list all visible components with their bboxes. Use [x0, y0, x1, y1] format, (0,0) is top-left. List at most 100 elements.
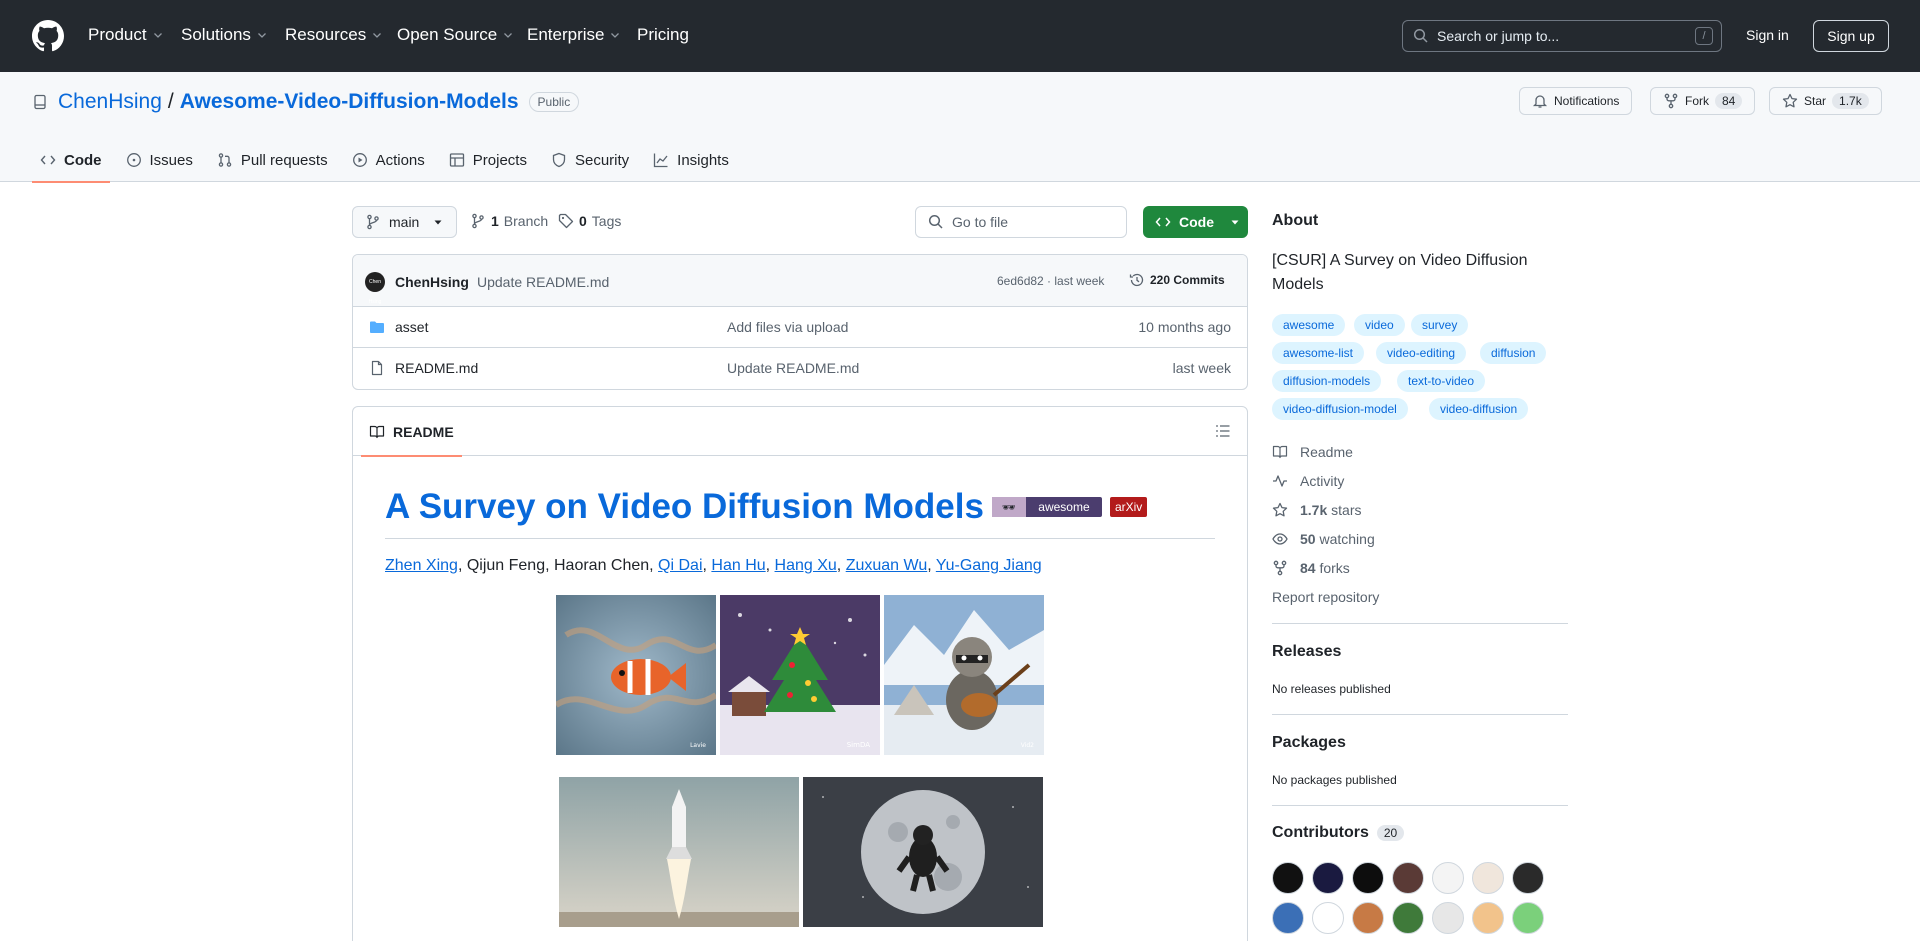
go-to-file-input[interactable]: Go to file	[915, 206, 1127, 238]
avatar[interactable]	[1312, 862, 1344, 894]
sign-in-link[interactable]: Sign in	[1746, 27, 1789, 43]
tab-issues-label: Issues	[149, 151, 193, 169]
avatar[interactable]	[1432, 862, 1464, 894]
star-button[interactable]: Star 1.7k	[1769, 87, 1882, 115]
tab-security[interactable]: Security	[543, 138, 637, 182]
topic-tag[interactable]: survey	[1411, 314, 1469, 336]
readme-panel: README A Survey on Video Diffusion Model…	[352, 406, 1248, 941]
avatar[interactable]	[1272, 862, 1304, 894]
topic-tag[interactable]: awesome-list	[1272, 342, 1365, 364]
commit-author-link[interactable]: ChenHsing	[395, 274, 469, 290]
forks-link[interactable]: 84 forks	[1272, 560, 1350, 576]
author-link[interactable]: Qi Dai	[658, 557, 702, 574]
topic-tag[interactable]: video	[1354, 314, 1405, 336]
stars-link[interactable]: 1.7k stars	[1272, 502, 1361, 518]
topic-tag[interactable]: diffusion-models	[1272, 370, 1382, 392]
fork-button[interactable]: Fork 84	[1650, 87, 1756, 115]
awesome-badge[interactable]: 🕶 awesome	[991, 497, 1102, 517]
tab-code[interactable]: Code	[32, 138, 110, 183]
topic-tag[interactable]: video-diffusion-model	[1272, 398, 1408, 420]
avatar[interactable]	[1392, 862, 1424, 894]
commit-message-link[interactable]: Update README.md	[477, 274, 609, 290]
avatar[interactable]	[1472, 862, 1504, 894]
avatar[interactable]	[1512, 902, 1544, 934]
watchers-link[interactable]: 50 watching	[1272, 531, 1375, 547]
tags-link[interactable]: 0 Tags	[558, 213, 621, 229]
avatar[interactable]	[1472, 902, 1504, 934]
topic-tag[interactable]: diffusion	[1480, 342, 1547, 364]
sign-up-button[interactable]: Sign up	[1813, 20, 1889, 52]
tab-projects[interactable]: Projects	[441, 138, 535, 182]
readme-tab-label: README	[393, 423, 454, 440]
author-link[interactable]: Hang Xu	[775, 557, 837, 574]
nav-product-label: Product	[88, 25, 147, 44]
avatar[interactable]	[1312, 902, 1344, 934]
file-commit-message[interactable]: Update README.md	[727, 360, 859, 376]
avatar[interactable]	[1352, 902, 1384, 934]
topic-tag[interactable]: awesome	[1272, 314, 1346, 336]
divider	[1272, 714, 1568, 715]
nav-product[interactable]: Product	[88, 25, 164, 45]
link-label: forks	[1319, 560, 1350, 576]
chevron-down-icon	[611, 33, 620, 38]
avatar[interactable]	[1512, 862, 1544, 894]
readme-tab[interactable]: README	[361, 407, 462, 457]
nav-resources[interactable]: Resources	[285, 25, 383, 45]
packages-heading[interactable]: Packages	[1272, 734, 1346, 752]
commits-history-link[interactable]: 220 Commits	[1129, 272, 1225, 288]
global-search-input[interactable]: Search or jump to... /	[1402, 20, 1722, 52]
github-logo-icon[interactable]	[32, 20, 64, 52]
contributors-heading[interactable]: Contributors 20	[1272, 824, 1405, 842]
branch-select-button[interactable]: main	[352, 206, 457, 238]
nav-enterprise[interactable]: Enterprise	[527, 25, 621, 45]
author-link[interactable]: Zuxuan Wu	[846, 557, 928, 574]
file-row[interactable]: asset Add files via upload 10 months ago	[353, 307, 1247, 348]
tab-actions[interactable]: Actions	[344, 138, 433, 182]
demo-astronaut-moon-image	[803, 777, 1043, 927]
code-dropdown-button[interactable]: Code	[1143, 206, 1248, 238]
notifications-button[interactable]: Notifications	[1519, 87, 1633, 115]
activity-link[interactable]: Activity	[1272, 473, 1344, 489]
file-commit-message[interactable]: Add files via upload	[727, 319, 848, 335]
avatar[interactable]: Chen Hsing	[365, 272, 385, 305]
search-shortcut-key: /	[1695, 27, 1713, 45]
branches-link[interactable]: 1 Branch	[470, 213, 548, 229]
author-link[interactable]: Zhen Xing	[385, 557, 458, 574]
avatar[interactable]	[1352, 862, 1384, 894]
report-repository-link[interactable]: Report repository	[1272, 589, 1379, 605]
topic-tag[interactable]: video-editing	[1376, 342, 1467, 364]
readme-link[interactable]: Readme	[1272, 444, 1353, 460]
tab-issues[interactable]: Issues	[118, 138, 201, 182]
nav-open-source[interactable]: Open Source	[397, 25, 514, 45]
topic-tag[interactable]: video-diffusion	[1429, 398, 1529, 420]
contributors-heading-label: Contributors	[1272, 824, 1369, 841]
awesome-badge-label: awesome	[1038, 500, 1090, 514]
tab-security-label: Security	[574, 151, 630, 169]
file-name-link[interactable]: README.md	[395, 360, 478, 376]
play-icon	[352, 153, 367, 167]
avatar[interactable]	[1272, 902, 1304, 934]
nav-solutions[interactable]: Solutions	[181, 25, 268, 45]
topic-tag[interactable]: text-to-video	[1397, 370, 1486, 392]
commit-sha-link[interactable]: 6ed6d82 · last week	[997, 274, 1104, 288]
repo-description: [CSUR] A Survey on Video Diffusion Model…	[1272, 252, 1528, 293]
tab-insights[interactable]: Insights	[645, 138, 737, 182]
file-row[interactable]: README.md Update README.md last week	[353, 348, 1247, 389]
avatar[interactable]	[1392, 902, 1424, 934]
author-link[interactable]: Han Hu	[711, 557, 765, 574]
tab-pull-requests[interactable]: Pull requests	[209, 138, 336, 182]
arxiv-badge[interactable]: arXiv	[1109, 497, 1148, 517]
go-to-file-placeholder: Go to file	[952, 214, 1009, 230]
folder-icon	[370, 321, 384, 333]
nav-pricing[interactable]: Pricing	[637, 25, 689, 45]
divider	[385, 538, 1215, 539]
table-of-contents-icon[interactable]	[1215, 423, 1231, 439]
demo-caption: SimDA	[847, 741, 870, 749]
releases-heading[interactable]: Releases	[1272, 643, 1341, 661]
file-icon	[371, 360, 383, 376]
repo-name-link[interactable]: Awesome-Video-Diffusion-Models	[180, 90, 519, 114]
repo-owner-link[interactable]: ChenHsing	[58, 90, 162, 114]
avatar[interactable]	[1432, 902, 1464, 934]
file-name-link[interactable]: asset	[395, 319, 428, 335]
author-link[interactable]: Yu-Gang Jiang	[936, 557, 1042, 574]
